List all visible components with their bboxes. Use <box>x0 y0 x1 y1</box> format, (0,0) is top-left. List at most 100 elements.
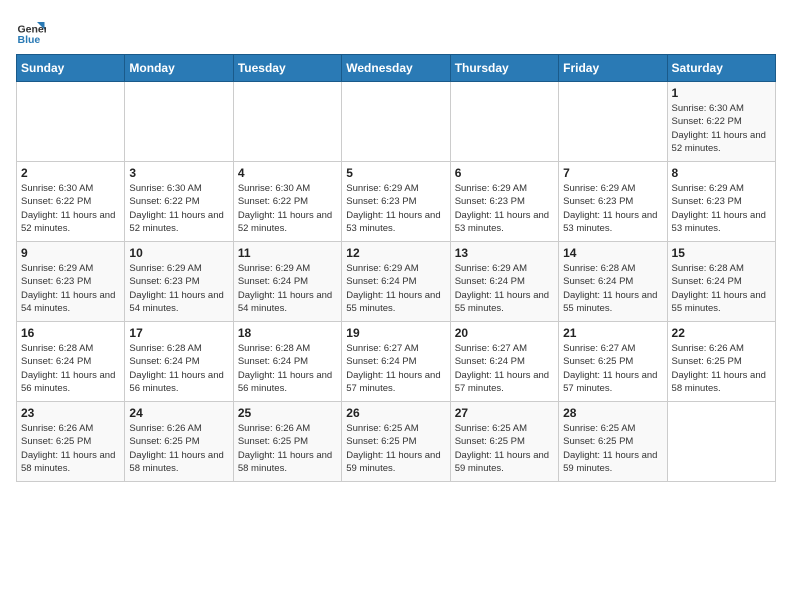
day-info: Sunrise: 6:29 AM Sunset: 6:24 PM Dayligh… <box>238 262 337 315</box>
day-info: Sunrise: 6:25 AM Sunset: 6:25 PM Dayligh… <box>563 422 662 475</box>
day-info: Sunrise: 6:30 AM Sunset: 6:22 PM Dayligh… <box>129 182 228 235</box>
calendar-week-3: 9 Sunrise: 6:29 AM Sunset: 6:23 PM Daylig… <box>17 242 776 322</box>
day-number: 6 <box>455 166 554 180</box>
calendar-cell: 24 Sunrise: 6:26 AM Sunset: 6:25 PM Dayli… <box>125 402 233 482</box>
day-number: 28 <box>563 406 662 420</box>
calendar-cell: 9Sunrise: 6:29 AM Sunset: 6:23 PM Daylig… <box>17 242 125 322</box>
day-info: Sunrise: 6:28 AM Sunset: 6:24 PM Dayligh… <box>672 262 771 315</box>
day-info: Sunrise: 6:26 AM Sunset: 6:25 PM Dayligh… <box>238 422 337 475</box>
day-number: 18 <box>238 326 337 340</box>
day-header-friday: Friday <box>559 55 667 82</box>
day-info: Sunrise: 6:26 AM Sunset: 6:25 PM Dayligh… <box>21 422 120 475</box>
day-number: 26 <box>346 406 445 420</box>
day-header-monday: Monday <box>125 55 233 82</box>
day-info: Sunrise: 6:28 AM Sunset: 6:24 PM Dayligh… <box>129 342 228 395</box>
calendar-cell: 16 Sunrise: 6:28 AM Sunset: 6:24 PM Dayli… <box>17 322 125 402</box>
day-info: Sunrise: 6:29 AM Sunset: 6:23 PM Dayligh… <box>346 182 445 235</box>
day-info: Sunrise: 6:27 AM Sunset: 6:24 PM Dayligh… <box>455 342 554 395</box>
day-number: 27 <box>455 406 554 420</box>
day-number: 17 <box>129 326 228 340</box>
day-info: Sunrise: 6:25 AM Sunset: 6:25 PM Dayligh… <box>346 422 445 475</box>
day-number: 19 <box>346 326 445 340</box>
day-number: 20 <box>455 326 554 340</box>
day-number: 7 <box>563 166 662 180</box>
logo-icon: General Blue <box>16 16 46 46</box>
day-number: 23 <box>21 406 120 420</box>
day-number: 21 <box>563 326 662 340</box>
calendar-cell <box>125 82 233 162</box>
calendar-cell: 21Sunrise: 6:27 AM Sunset: 6:25 PM Dayli… <box>559 322 667 402</box>
calendar-cell: 2 Sunrise: 6:30 AM Sunset: 6:22 PM Daylig… <box>17 162 125 242</box>
day-number: 3 <box>129 166 228 180</box>
calendar-week-4: 16 Sunrise: 6:28 AM Sunset: 6:24 PM Dayli… <box>17 322 776 402</box>
day-number: 14 <box>563 246 662 260</box>
day-info: Sunrise: 6:25 AM Sunset: 6:25 PM Dayligh… <box>455 422 554 475</box>
calendar-cell: 3 Sunrise: 6:30 AM Sunset: 6:22 PM Daylig… <box>125 162 233 242</box>
calendar-week-1: 1Sunrise: 6:30 AM Sunset: 6:22 PM Daylig… <box>17 82 776 162</box>
calendar-cell: 12 Sunrise: 6:29 AM Sunset: 6:24 PM Dayli… <box>342 242 450 322</box>
svg-text:Blue: Blue <box>18 34 41 46</box>
day-info: Sunrise: 6:28 AM Sunset: 6:24 PM Dayligh… <box>238 342 337 395</box>
calendar-cell: 14 Sunrise: 6:28 AM Sunset: 6:24 PM Dayli… <box>559 242 667 322</box>
calendar-header-row: SundayMondayTuesdayWednesdayThursdayFrid… <box>17 55 776 82</box>
calendar-cell <box>17 82 125 162</box>
day-info: Sunrise: 6:28 AM Sunset: 6:24 PM Dayligh… <box>21 342 120 395</box>
day-info: Sunrise: 6:30 AM Sunset: 6:22 PM Dayligh… <box>672 102 771 155</box>
day-header-tuesday: Tuesday <box>233 55 341 82</box>
day-info: Sunrise: 6:30 AM Sunset: 6:22 PM Dayligh… <box>238 182 337 235</box>
calendar-cell: 7 Sunrise: 6:29 AM Sunset: 6:23 PM Daylig… <box>559 162 667 242</box>
calendar-cell: 28 Sunrise: 6:25 AM Sunset: 6:25 PM Dayli… <box>559 402 667 482</box>
day-info: Sunrise: 6:27 AM Sunset: 6:24 PM Dayligh… <box>346 342 445 395</box>
calendar-cell: 15 Sunrise: 6:28 AM Sunset: 6:24 PM Dayli… <box>667 242 775 322</box>
day-number: 9 <box>21 246 120 260</box>
calendar-cell: 25 Sunrise: 6:26 AM Sunset: 6:25 PM Dayli… <box>233 402 341 482</box>
logo: General Blue <box>16 16 46 46</box>
calendar-cell <box>233 82 341 162</box>
calendar-cell <box>667 402 775 482</box>
day-number: 16 <box>21 326 120 340</box>
calendar-cell: 18 Sunrise: 6:28 AM Sunset: 6:24 PM Dayli… <box>233 322 341 402</box>
calendar-cell: 27 Sunrise: 6:25 AM Sunset: 6:25 PM Dayli… <box>450 402 558 482</box>
calendar-cell: 19 Sunrise: 6:27 AM Sunset: 6:24 PM Dayli… <box>342 322 450 402</box>
day-header-wednesday: Wednesday <box>342 55 450 82</box>
day-info: Sunrise: 6:29 AM Sunset: 6:23 PM Dayligh… <box>455 182 554 235</box>
calendar-cell: 26 Sunrise: 6:25 AM Sunset: 6:25 PM Dayli… <box>342 402 450 482</box>
header: General Blue <box>16 16 776 46</box>
day-header-thursday: Thursday <box>450 55 558 82</box>
day-number: 25 <box>238 406 337 420</box>
calendar-cell: 5 Sunrise: 6:29 AM Sunset: 6:23 PM Daylig… <box>342 162 450 242</box>
day-number: 15 <box>672 246 771 260</box>
day-number: 12 <box>346 246 445 260</box>
day-number: 11 <box>238 246 337 260</box>
day-number: 24 <box>129 406 228 420</box>
calendar-cell: 1Sunrise: 6:30 AM Sunset: 6:22 PM Daylig… <box>667 82 775 162</box>
day-info: Sunrise: 6:26 AM Sunset: 6:25 PM Dayligh… <box>129 422 228 475</box>
calendar-week-2: 2 Sunrise: 6:30 AM Sunset: 6:22 PM Daylig… <box>17 162 776 242</box>
day-info: Sunrise: 6:26 AM Sunset: 6:25 PM Dayligh… <box>672 342 771 395</box>
calendar-cell: 23 Sunrise: 6:26 AM Sunset: 6:25 PM Dayli… <box>17 402 125 482</box>
day-info: Sunrise: 6:30 AM Sunset: 6:22 PM Dayligh… <box>21 182 120 235</box>
day-info: Sunrise: 6:29 AM Sunset: 6:24 PM Dayligh… <box>455 262 554 315</box>
day-info: Sunrise: 6:29 AM Sunset: 6:23 PM Dayligh… <box>563 182 662 235</box>
calendar-cell <box>450 82 558 162</box>
calendar-week-5: 23 Sunrise: 6:26 AM Sunset: 6:25 PM Dayli… <box>17 402 776 482</box>
calendar-cell: 22Sunrise: 6:26 AM Sunset: 6:25 PM Dayli… <box>667 322 775 402</box>
calendar-cell: 13 Sunrise: 6:29 AM Sunset: 6:24 PM Dayli… <box>450 242 558 322</box>
day-info: Sunrise: 6:29 AM Sunset: 6:23 PM Dayligh… <box>129 262 228 315</box>
calendar-cell: 8Sunrise: 6:29 AM Sunset: 6:23 PM Daylig… <box>667 162 775 242</box>
calendar-cell <box>342 82 450 162</box>
calendar-cell <box>559 82 667 162</box>
day-number: 13 <box>455 246 554 260</box>
day-number: 2 <box>21 166 120 180</box>
day-info: Sunrise: 6:29 AM Sunset: 6:24 PM Dayligh… <box>346 262 445 315</box>
day-info: Sunrise: 6:28 AM Sunset: 6:24 PM Dayligh… <box>563 262 662 315</box>
day-header-saturday: Saturday <box>667 55 775 82</box>
day-info: Sunrise: 6:29 AM Sunset: 6:23 PM Dayligh… <box>672 182 771 235</box>
calendar-cell: 20 Sunrise: 6:27 AM Sunset: 6:24 PM Dayli… <box>450 322 558 402</box>
calendar-cell: 11 Sunrise: 6:29 AM Sunset: 6:24 PM Dayli… <box>233 242 341 322</box>
day-number: 10 <box>129 246 228 260</box>
calendar-cell: 6 Sunrise: 6:29 AM Sunset: 6:23 PM Daylig… <box>450 162 558 242</box>
day-number: 5 <box>346 166 445 180</box>
day-header-sunday: Sunday <box>17 55 125 82</box>
calendar-cell: 10 Sunrise: 6:29 AM Sunset: 6:23 PM Dayli… <box>125 242 233 322</box>
